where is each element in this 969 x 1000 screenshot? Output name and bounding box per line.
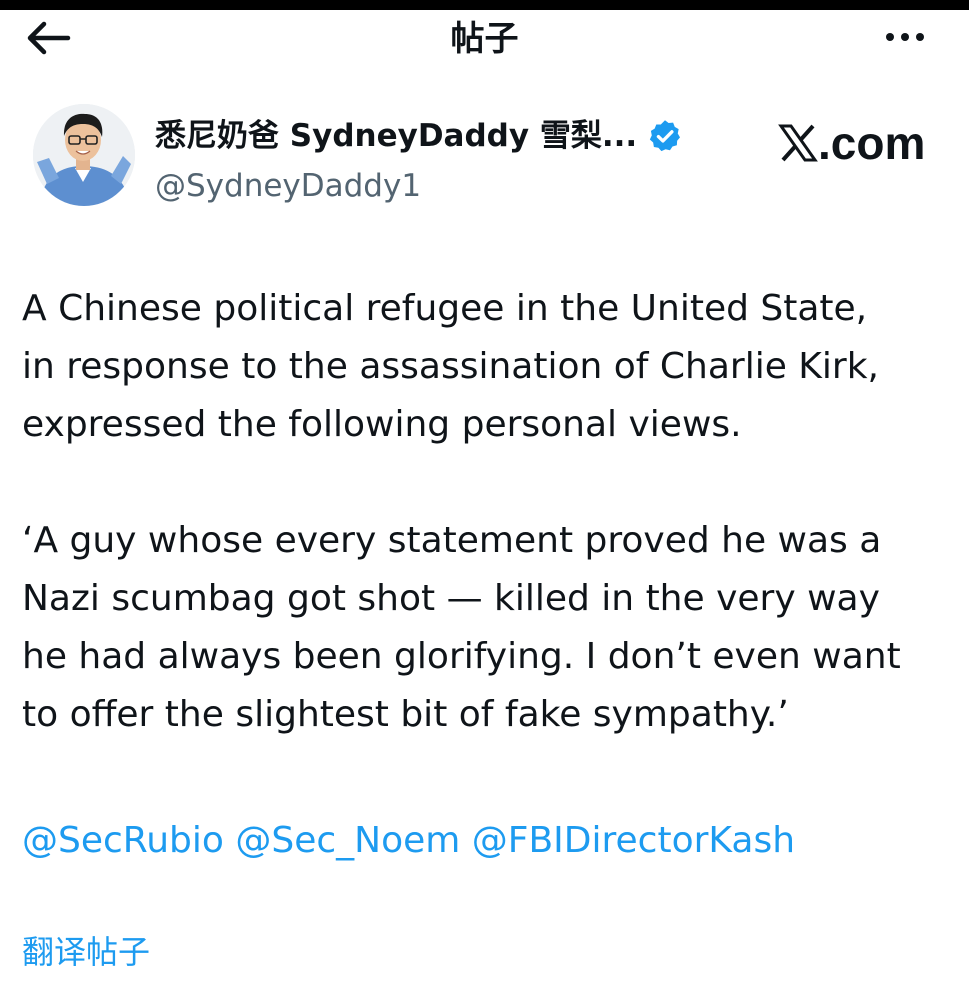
page-title: 帖子 (450, 19, 519, 59)
tweet-text: A Chinese political refugee in the Unite… (22, 280, 952, 744)
avatar[interactable] (33, 104, 135, 206)
mention-link-secrubio[interactable]: @SecRubio (22, 820, 224, 861)
more-dot (916, 33, 924, 41)
status-bar-strip (0, 0, 969, 10)
avatar-image (33, 104, 135, 206)
top-nav-bar: 帖子 (0, 10, 969, 78)
author-handle[interactable]: @SydneyDaddy1 (155, 166, 421, 206)
tweet-line: Nazi scumbag got shot — killed in the ve… (22, 578, 880, 619)
source-domain-text: .com (818, 117, 926, 169)
mention-link-sec-noem[interactable]: @Sec_Noem (235, 820, 460, 861)
display-name-row: 悉尼奶爸 SydneyDaddy 雪梨... (155, 116, 683, 156)
mentions-line: @SecRubio @Sec_Noem @FBIDirectorKash (22, 812, 795, 870)
tweet-line: to offer the slightest bit of fake sympa… (22, 694, 789, 735)
source-watermark: .com (778, 116, 925, 170)
translate-post-link[interactable]: 翻译帖子 (22, 930, 150, 974)
tweet-line: A Chinese political refugee in the Unite… (22, 288, 868, 329)
more-horizontal-icon (886, 33, 894, 41)
more-dot (901, 33, 909, 41)
mention-link-fbidirectorkash[interactable]: @FBIDirectorKash (472, 820, 795, 861)
author-display-name[interactable]: 悉尼奶爸 SydneyDaddy 雪梨... (155, 116, 637, 156)
tweet-line: ‘A guy whose every statement proved he w… (22, 520, 882, 561)
tweet-line: expressed the following personal views. (22, 404, 742, 445)
verified-badge-icon[interactable] (647, 118, 683, 154)
tweet-author-header: 悉尼奶爸 SydneyDaddy 雪梨... @SydneyDaddy1 .co… (0, 96, 969, 226)
tweet-line: in response to the assassination of Char… (22, 346, 880, 387)
more-options-button[interactable] (877, 22, 933, 52)
tweet-line: he had always been glorifying. I don’t e… (22, 636, 901, 677)
x-logo-icon (778, 124, 818, 162)
